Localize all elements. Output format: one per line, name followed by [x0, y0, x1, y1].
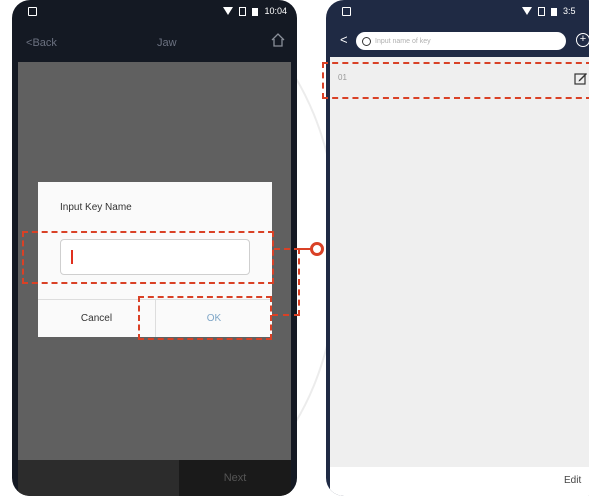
status-bar-right: 10:04: [223, 6, 287, 16]
nav-bar: < Input name of key +: [326, 25, 589, 57]
input-highlight-callout: [22, 231, 274, 284]
callout-connector: [298, 248, 300, 316]
key-row-highlight-callout: [322, 62, 589, 99]
callout-connector: [274, 248, 300, 250]
wifi-icon: [522, 7, 532, 15]
search-icon: [362, 36, 371, 46]
sim-icon: [239, 6, 247, 16]
status-bar: 3:5: [326, 0, 589, 25]
ok-highlight-callout: [138, 296, 272, 340]
next-button[interactable]: Next: [179, 460, 291, 496]
status-bar: 10:04: [12, 0, 297, 25]
edit-button[interactable]: Edit: [564, 475, 581, 486]
back-chevron-icon[interactable]: <: [340, 32, 348, 47]
dialog-title: Input Key Name: [60, 202, 132, 213]
sim-icon: [538, 6, 545, 16]
status-bar-right: 3:5: [522, 6, 576, 16]
status-time: 3:5: [563, 6, 576, 16]
add-circle-icon[interactable]: +: [576, 33, 589, 47]
nav-bar: <Back Jaw: [12, 25, 297, 61]
wifi-icon: [223, 7, 234, 15]
search-bar[interactable]: Input name of key: [356, 32, 566, 50]
notification-icon: [342, 7, 351, 16]
page-title: Jaw: [157, 37, 177, 49]
bottom-bar: Next: [18, 460, 291, 496]
status-time: 10:04: [264, 6, 287, 16]
footer-bar: Edit: [330, 467, 589, 496]
key-list: 01: [330, 57, 589, 467]
search-input[interactable]: Input name of key: [375, 38, 431, 45]
callout-connector: [272, 314, 300, 316]
back-button[interactable]: <Back: [26, 37, 57, 49]
battery-icon: [252, 7, 259, 16]
battery-icon: [551, 7, 557, 16]
home-icon[interactable]: [271, 33, 285, 47]
notification-icon: [28, 7, 37, 16]
callout-marker: [310, 242, 324, 256]
